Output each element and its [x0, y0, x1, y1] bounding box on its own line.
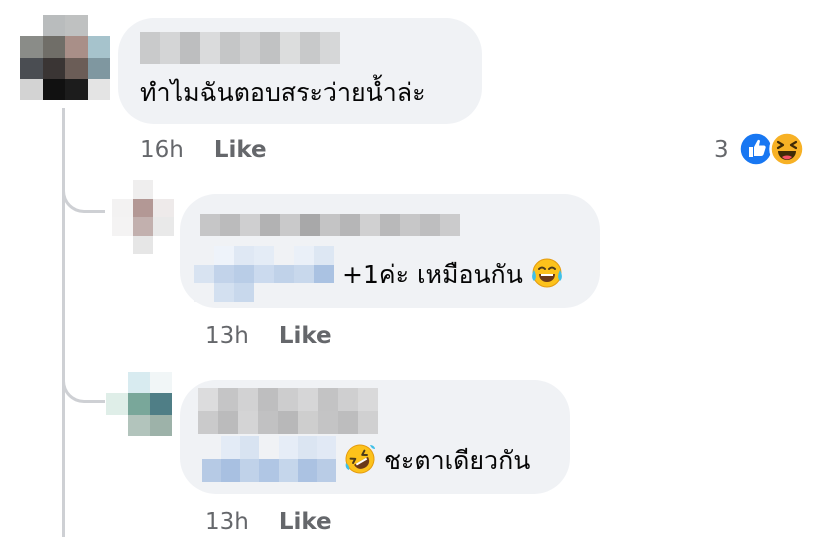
- thread-connector-2: [62, 360, 105, 403]
- reply-avatar[interactable]: [106, 372, 172, 436]
- commenter-name-blurred[interactable]: [198, 388, 378, 434]
- comment-meta: 16h Like: [140, 137, 267, 163]
- commenter-name-blurred[interactable]: [140, 32, 340, 64]
- reply-meta: 13h Like: [205, 509, 332, 535]
- reply-text: +1ค่ะ เหมือนกัน: [342, 258, 563, 289]
- mention-tag-blurred[interactable]: [194, 246, 334, 302]
- rolling-on-floor-laughing-emoji: [345, 444, 375, 474]
- reply-bubble[interactable]: +1ค่ะ เหมือนกัน: [180, 194, 600, 308]
- mention-tag-blurred[interactable]: [202, 436, 336, 482]
- commenter-name-blurred[interactable]: [200, 214, 460, 236]
- avatar[interactable]: [20, 15, 110, 100]
- reaction-count[interactable]: 3: [714, 137, 729, 163]
- reply-timestamp[interactable]: 13h: [205, 509, 249, 535]
- like-button[interactable]: Like: [279, 509, 332, 535]
- comment-timestamp[interactable]: 16h: [140, 137, 184, 163]
- reply-text-content: +1ค่ะ เหมือนกัน: [342, 260, 523, 289]
- reply-meta: 13h Like: [205, 323, 332, 349]
- reply-timestamp[interactable]: 13h: [205, 323, 249, 349]
- reply-text: ชะตาเดียวกัน: [344, 444, 531, 475]
- like-button[interactable]: Like: [279, 323, 332, 349]
- thread-connector-1: [62, 170, 105, 213]
- reply-text-content: ชะตาเดียวกัน: [383, 446, 531, 475]
- comment-text: ทำไมฉันตอบสระว่ายน้ำล่ะ: [140, 78, 426, 107]
- reply-bubble[interactable]: ชะตาเดียวกัน: [180, 380, 570, 494]
- like-button[interactable]: Like: [214, 137, 267, 163]
- tears-of-joy-emoji: [531, 258, 562, 288]
- comment-bubble[interactable]: ทำไมฉันตอบสระว่ายน้ำล่ะ: [118, 18, 482, 124]
- haha-reaction-icon[interactable]: [769, 131, 805, 167]
- reply-avatar[interactable]: [112, 180, 174, 254]
